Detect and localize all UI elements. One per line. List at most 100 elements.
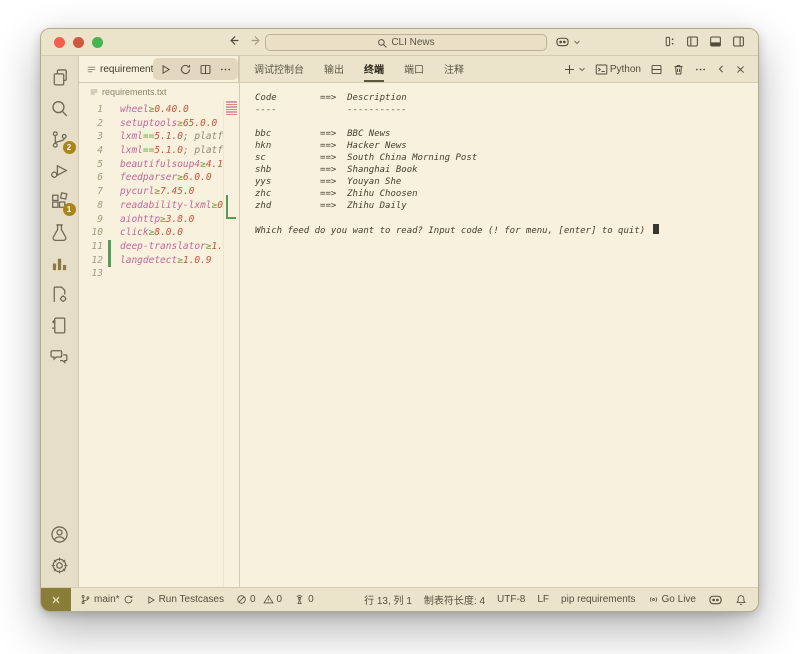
terminal-icon	[595, 63, 608, 76]
code-line-8[interactable]: 8readability-lxml≥0.8	[79, 199, 239, 213]
notifications-bell-icon[interactable]	[735, 594, 747, 606]
source-control-icon[interactable]: 2	[45, 124, 75, 155]
chart-extension-icon[interactable]	[45, 248, 75, 279]
search-view-icon[interactable]	[45, 93, 75, 124]
split-editor-icon[interactable]	[197, 60, 214, 78]
code-line-7[interactable]: 7pycurl≥7.45.0	[79, 185, 239, 199]
code-text: setuptools≥65.0.0	[111, 117, 239, 131]
zoom-window-button[interactable]	[92, 37, 103, 48]
line-number: 10	[79, 226, 103, 240]
terminal-view[interactable]: Code ==> Description ---- ----------- bb…	[240, 83, 758, 587]
extensions-icon[interactable]: 1	[45, 186, 75, 217]
panel-header: 调试控制台输出终端端口注释	[240, 56, 758, 83]
panel-tab-3[interactable]: 端口	[404, 56, 424, 82]
panel-tab-1[interactable]: 输出	[324, 56, 344, 82]
panel-tab-4[interactable]: 注释	[444, 56, 464, 82]
language-mode-status[interactable]: pip requirements	[561, 594, 635, 605]
testing-icon[interactable]	[45, 217, 75, 248]
go-live-status[interactable]: Go Live	[648, 594, 696, 605]
terminal-profile[interactable]: Python	[595, 63, 641, 76]
file-settings-icon[interactable]	[45, 279, 75, 310]
code-line-9[interactable]: 9aiohttp≥3.8.0	[79, 213, 239, 227]
rerun-icon[interactable]	[177, 60, 194, 78]
account-icon[interactable]	[45, 519, 75, 550]
breadcrumb[interactable]: requirements.txt	[79, 83, 239, 100]
code-line-2[interactable]: 2 setuptools≥65.0.0	[79, 117, 239, 131]
minimap-modified-marker-h	[226, 217, 236, 219]
close-panel-icon[interactable]	[735, 64, 746, 75]
title-bar: CLI News	[41, 29, 758, 56]
more-actions-icon[interactable]	[217, 60, 234, 78]
customize-layout-icon[interactable]	[664, 35, 676, 48]
line-number: 5	[79, 158, 103, 172]
line-number: 2	[79, 117, 103, 131]
play-icon	[146, 595, 156, 605]
warnings-icon	[263, 594, 274, 605]
new-terminal-icon[interactable]	[563, 63, 576, 76]
line-number: 6	[79, 171, 103, 185]
minimap[interactable]	[223, 100, 239, 587]
breadcrumb-file-icon	[90, 88, 98, 96]
tab-size-status[interactable]: 制表符长度: 4	[424, 592, 485, 607]
vscode-window: CLI News	[40, 28, 759, 612]
warnings-count: 0	[277, 594, 283, 605]
code-lines: 1wheel≥0.40.02 setuptools≥65.0.03lxml==5.…	[79, 103, 239, 281]
code-line-10[interactable]: 10click≥8.0.0	[79, 226, 239, 240]
settings-gear-icon[interactable]	[45, 550, 75, 581]
panel-tab-0[interactable]: 调试控制台	[254, 56, 304, 82]
line-number: 11	[79, 240, 103, 254]
code-text: lxml==5.1.0; platform	[111, 130, 239, 144]
chevron-icon[interactable]	[716, 64, 726, 74]
editor-actions-toolbar	[153, 58, 238, 80]
run-testcases-status[interactable]: Run Testcases	[146, 594, 224, 605]
ports-count: 0	[308, 594, 314, 605]
kill-terminal-icon[interactable]	[672, 63, 685, 76]
run-file-icon[interactable]	[157, 60, 174, 78]
code-line-3[interactable]: 3lxml==5.1.0; platform	[79, 130, 239, 144]
copilot-icon[interactable]	[555, 35, 570, 48]
copilot-status-icon[interactable]	[708, 593, 723, 606]
code-line-12[interactable]: 12langdetect≥1.0.9	[79, 254, 239, 268]
chevron-down-icon[interactable]	[573, 38, 581, 46]
code-line-13[interactable]: 13	[79, 267, 239, 281]
branch-status[interactable]: main*	[80, 594, 134, 605]
panel-tab-2-active[interactable]: 终端	[364, 56, 384, 82]
back-icon[interactable]	[227, 34, 240, 47]
run-debug-icon[interactable]	[45, 155, 75, 186]
encoding-status[interactable]: UTF-8	[497, 594, 525, 605]
broadcast-icon	[648, 594, 659, 605]
code-line-1[interactable]: 1wheel≥0.40.0	[79, 103, 239, 117]
go-live-label: Go Live	[662, 594, 696, 605]
tab-label: requirements	[100, 64, 158, 75]
code-line-11[interactable]: 11 deep-translator≥1.9.0	[79, 240, 239, 254]
code-text: deep-translator≥1.9.0	[111, 240, 239, 254]
eol-status[interactable]: LF	[537, 594, 549, 605]
code-line-6[interactable]: 6feedparser≥6.0.0	[79, 171, 239, 185]
code-line-5[interactable]: 5beautifulsoup4≥4.12.0	[79, 158, 239, 172]
toggle-panel-icon[interactable]	[709, 35, 722, 48]
code-editor[interactable]: 1wheel≥0.40.02 setuptools≥65.0.03lxml==5.…	[79, 100, 239, 587]
explorer-icon[interactable]	[45, 62, 75, 93]
new-terminal-dropdown-icon[interactable]	[578, 65, 586, 73]
split-terminal-icon[interactable]	[650, 63, 663, 76]
code-text: pycurl≥7.45.0	[111, 185, 239, 199]
panel-more-icon[interactable]	[694, 63, 707, 76]
source-control-badge: 2	[63, 141, 76, 154]
comments-icon[interactable]	[45, 341, 75, 372]
editor-group: requirements	[79, 56, 240, 587]
command-center-search[interactable]: CLI News	[265, 34, 547, 51]
close-window-button[interactable]	[54, 37, 65, 48]
cursor-position-status[interactable]: 行 13, 列 1	[364, 592, 412, 607]
forward-icon[interactable]	[250, 34, 263, 47]
minimize-window-button[interactable]	[73, 37, 84, 48]
problems-status[interactable]: 0 0	[236, 594, 282, 605]
remote-indicator[interactable]	[41, 588, 71, 611]
code-line-4[interactable]: 4lxml==5.1.0; platform	[79, 144, 239, 158]
terminal-output: Code ==> Description ---- ----------- bb…	[255, 92, 758, 237]
file-diff-icon[interactable]	[45, 310, 75, 341]
toggle-secondary-sidebar-icon[interactable]	[732, 35, 745, 48]
ports-status[interactable]: 0	[294, 594, 314, 605]
toggle-sidebar-icon[interactable]	[686, 35, 699, 48]
errors-icon	[236, 594, 247, 605]
radio-tower-icon	[294, 594, 305, 605]
